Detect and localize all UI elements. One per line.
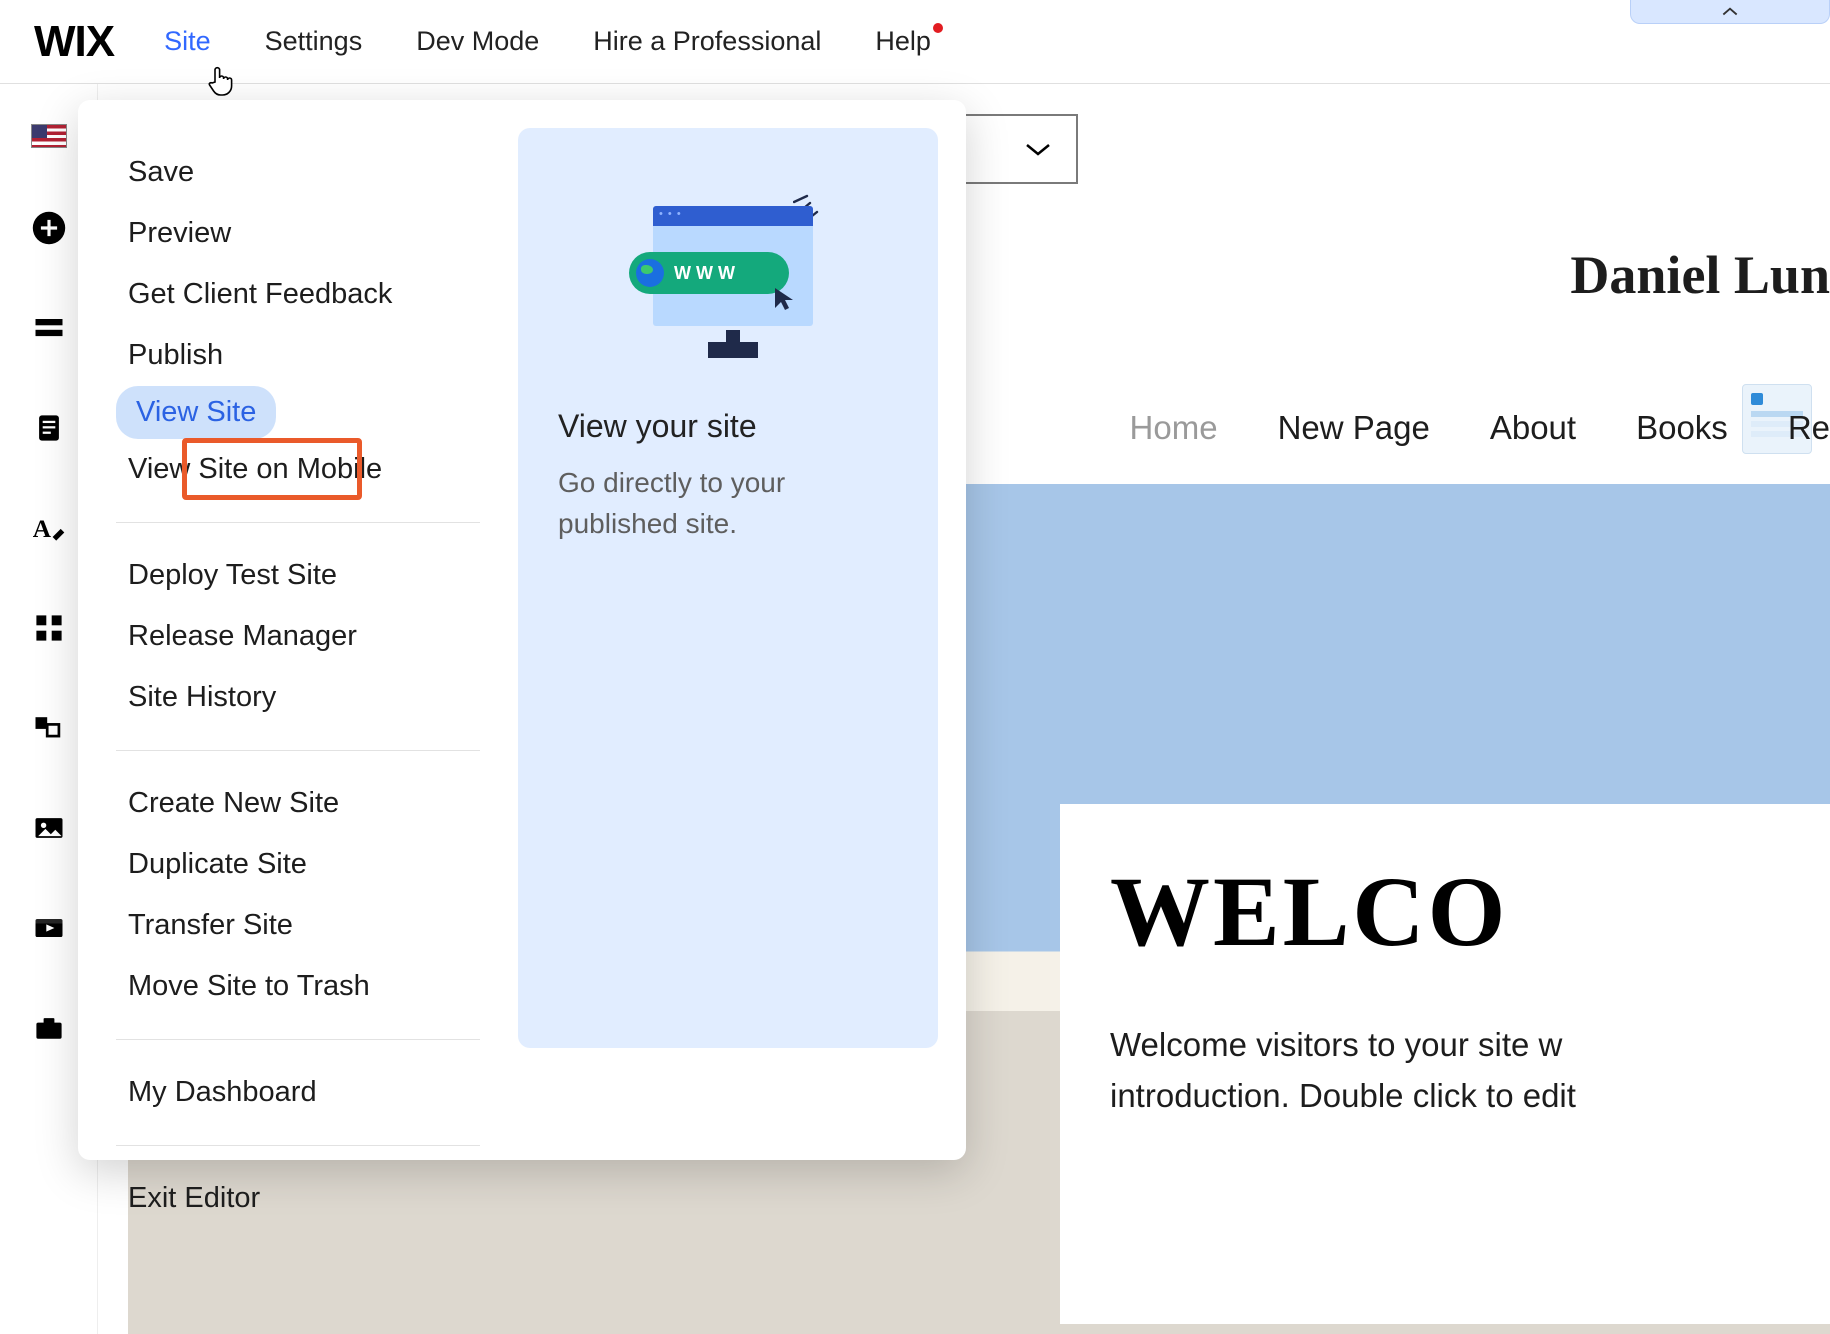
nav-home[interactable]: Home [1130,409,1218,447]
text-button[interactable]: A [29,508,69,548]
menu-move-to-trash[interactable]: Move Site to Trash [116,956,480,1017]
top-menu: Site Settings Dev Mode Hire a Profession… [164,26,931,57]
hero-paragraph[interactable]: Welcome visitors to your site w introduc… [1110,1019,1830,1121]
flag-us-icon[interactable] [31,124,67,148]
chevron-up-icon [1721,7,1739,17]
hero-line2: introduction. Double click to edit [1110,1077,1576,1114]
menu-divider [116,1039,480,1040]
layers-button[interactable] [29,708,69,748]
menu-view-site-mobile[interactable]: View Site on Mobile [116,439,480,500]
preview-title: View your site [558,408,898,445]
hero-line1: Welcome visitors to your site w [1110,1026,1562,1063]
menu-create-new-site[interactable]: Create New Site [116,773,480,834]
www-label: WWW [674,263,740,284]
section-icon [31,310,67,346]
nav-more[interactable]: Re [1788,409,1830,447]
nav-about[interactable]: About [1490,409,1576,447]
site-menu-preview: WWW View your site Go directly to your p… [518,100,966,1160]
menu-exit-editor[interactable]: Exit Editor [116,1168,480,1229]
menu-divider [116,1145,480,1146]
menu-divider [116,522,480,523]
top-bar: WIX Site Settings Dev Mode Hire a Profes… [0,0,1830,84]
preview-illustration: WWW [623,188,833,358]
site-title[interactable]: Daniel Lun [1570,244,1830,306]
apps-button[interactable] [29,608,69,648]
preview-card: WWW View your site Go directly to your p… [518,128,938,1048]
media-button[interactable] [29,808,69,848]
cursor-arrow-icon [773,286,795,317]
www-pill-icon: WWW [629,252,789,294]
video-icon [31,910,67,946]
notification-dot-icon [933,23,943,33]
monitor-stand-icon [708,342,758,358]
menu-duplicate-site[interactable]: Duplicate Site [116,834,480,895]
text-icon: A [31,510,67,546]
globe-icon [636,259,664,287]
menu-deploy-test-site[interactable]: Deploy Test Site [116,545,480,606]
menu-divider [116,750,480,751]
briefcase-icon [31,1010,67,1046]
site-menu-dropdown: Save Preview Get Client Feedback Publish… [78,100,966,1160]
collapse-toolbar-button[interactable] [1630,0,1830,24]
hero-heading[interactable]: WELCO [1110,854,1830,969]
hero-text-card[interactable]: WELCO Welcome visitors to your site w in… [1060,804,1830,1324]
monitor-bar-icon [653,206,813,226]
top-menu-settings[interactable]: Settings [265,26,363,57]
page-icon [31,410,67,446]
menu-release-manager[interactable]: Release Manager [116,606,480,667]
menu-save[interactable]: Save [116,142,480,203]
nav-books[interactable]: Books [1636,409,1728,447]
menu-transfer-site[interactable]: Transfer Site [116,895,480,956]
cursor-pointer-icon [206,64,236,103]
business-button[interactable] [29,1008,69,1048]
pages-button[interactable] [29,408,69,448]
layers-icon [31,710,67,746]
plus-circle-icon [31,210,67,246]
video-button[interactable] [29,908,69,948]
menu-publish[interactable]: Publish [116,325,480,386]
menu-get-client-feedback[interactable]: Get Client Feedback [116,264,480,325]
wix-logo[interactable]: WIX [34,17,114,67]
menu-view-site[interactable]: View Site [116,386,276,439]
apps-grid-icon [31,610,67,646]
menu-preview[interactable]: Preview [116,203,480,264]
top-menu-hire[interactable]: Hire a Professional [593,26,821,57]
chevron-down-icon [1024,141,1052,157]
top-menu-devmode[interactable]: Dev Mode [416,26,539,57]
svg-text:A: A [32,516,50,543]
site-menu-list: Save Preview Get Client Feedback Publish… [78,100,518,1160]
add-button[interactable] [29,208,69,248]
menu-my-dashboard[interactable]: My Dashboard [116,1062,480,1123]
menu-site-history[interactable]: Site History [116,667,480,728]
sections-button[interactable] [29,308,69,348]
top-menu-site[interactable]: Site [164,26,211,57]
preview-description: Go directly to your published site. [558,463,898,544]
nav-new-page[interactable]: New Page [1278,409,1430,447]
top-menu-help-label: Help [875,26,931,56]
image-icon [31,810,67,846]
site-nav: Home New Page About Books Re [1130,409,1830,447]
top-menu-help[interactable]: Help [875,26,931,57]
